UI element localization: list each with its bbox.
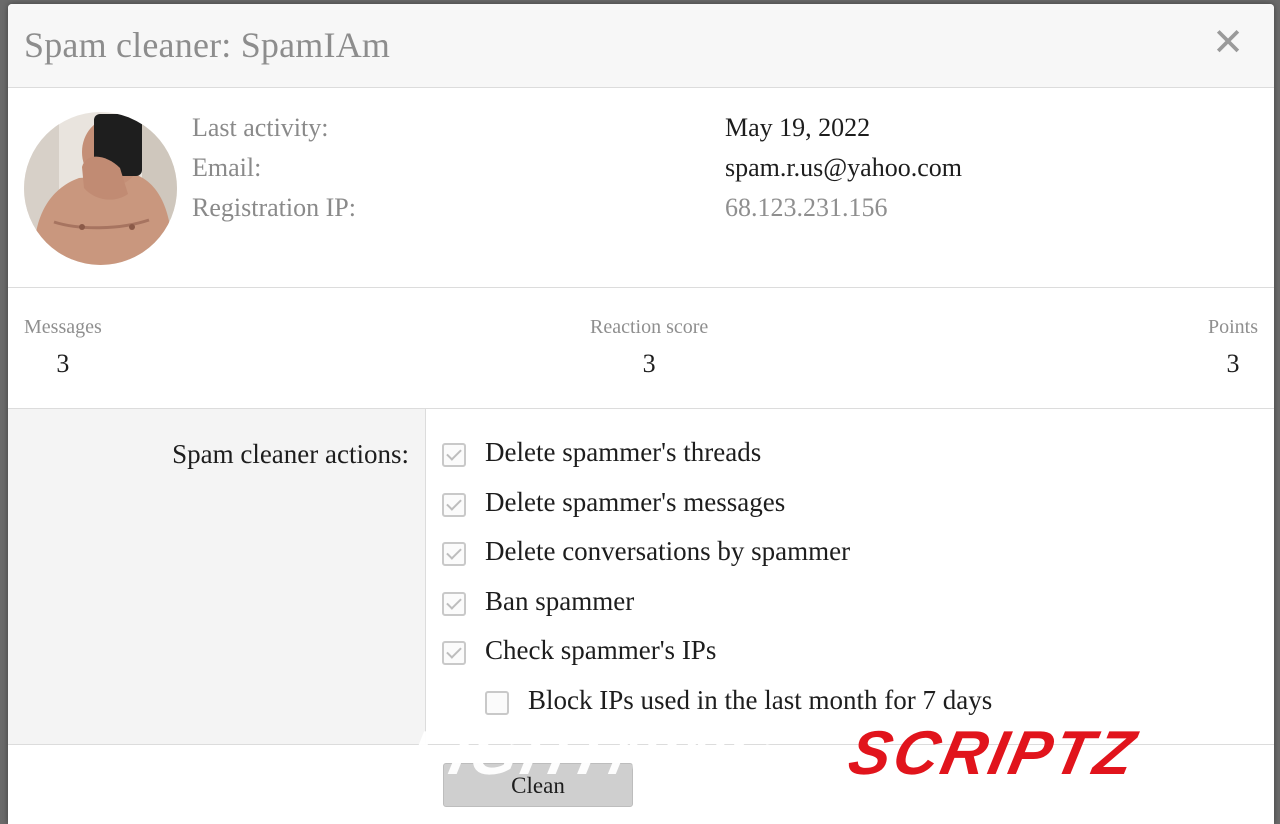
watermark-red-text: SCRIPTZ bbox=[842, 719, 1144, 788]
stat-points-label: Points bbox=[1207, 316, 1258, 338]
form-label-column: Spam cleaner actions: bbox=[8, 409, 426, 744]
option-label: Check spammer's IPs bbox=[485, 635, 717, 665]
option-label: Ban spammer bbox=[485, 585, 635, 616]
stat-reaction-score-value: 3 bbox=[642, 349, 656, 378]
last-activity-label: Last activity: bbox=[192, 113, 329, 142]
option-check-ips[interactable]: Check spammer's IPs bbox=[442, 635, 992, 685]
option-delete-threads[interactable]: Delete spammer's threads bbox=[442, 437, 992, 487]
close-icon[interactable]: ✕ bbox=[1208, 22, 1248, 62]
spam-actions-row: Spam cleaner actions: Delete spammer's t… bbox=[8, 409, 1274, 745]
avatar[interactable] bbox=[24, 112, 177, 265]
dialog-title: Spam cleaner: SpamIAm bbox=[24, 25, 391, 65]
option-ban-spammer[interactable]: Ban spammer bbox=[442, 586, 992, 636]
delete-threads-checkbox[interactable] bbox=[442, 443, 466, 467]
option-label: Delete conversations by spammer bbox=[485, 536, 851, 566]
option-delete-conversations[interactable]: Delete conversations by spammer bbox=[442, 536, 992, 586]
registration-ip-label: Registration IP: bbox=[192, 193, 356, 222]
stat-reaction-score-label: Reaction score bbox=[590, 316, 709, 338]
stat-messages-value: 3 bbox=[56, 349, 70, 378]
stat-points: Points 3 bbox=[1208, 316, 1258, 379]
stat-points-value: 3 bbox=[1226, 349, 1240, 378]
check-ips-checkbox[interactable] bbox=[442, 641, 466, 665]
ban-spammer-checkbox[interactable] bbox=[442, 591, 466, 616]
email-label: Email: bbox=[192, 153, 262, 182]
registration-ip-link[interactable]: 68.123.231.156 bbox=[725, 192, 962, 232]
stat-reaction-score: Reaction score 3 bbox=[590, 316, 708, 379]
option-label: Delete spammer's messages bbox=[485, 486, 786, 517]
spam-actions-options: Delete spammer's threads Delete spammer'… bbox=[442, 437, 992, 734]
option-label: Block IPs used in the last month for 7 d… bbox=[528, 684, 993, 715]
watermark-logo: LIGHTNING SCRIPTZ bbox=[403, 719, 1240, 788]
info-values: May 19, 2022 spam.r.us@yahoo.com 68.123.… bbox=[725, 112, 962, 232]
spam-cleaner-dialog: Spam cleaner: SpamIAm ✕ Last activity: E… bbox=[8, 4, 1274, 824]
watermark-white-text: LIGHTNING bbox=[402, 719, 786, 788]
option-delete-messages[interactable]: Delete spammer's messages bbox=[442, 487, 992, 537]
spam-actions-label: Spam cleaner actions: bbox=[172, 439, 409, 469]
delete-messages-checkbox[interactable] bbox=[442, 492, 466, 517]
delete-conversations-checkbox[interactable] bbox=[442, 542, 466, 566]
block-ips-checkbox[interactable] bbox=[485, 690, 509, 715]
user-info: Last activity: Email: Registration IP: M… bbox=[8, 88, 1274, 288]
stat-messages-label: Messages bbox=[24, 316, 102, 338]
email-value: spam.r.us@yahoo.com bbox=[725, 153, 962, 182]
user-stats: Messages 3 Reaction score 3 Points 3 bbox=[8, 288, 1274, 409]
dialog-header: Spam cleaner: SpamIAm ✕ bbox=[8, 4, 1274, 88]
stat-messages: Messages 3 bbox=[24, 316, 102, 379]
info-labels: Last activity: Email: Registration IP: bbox=[192, 112, 356, 232]
last-activity-value: May 19, 2022 bbox=[725, 113, 871, 142]
option-label: Delete spammer's threads bbox=[485, 437, 762, 467]
